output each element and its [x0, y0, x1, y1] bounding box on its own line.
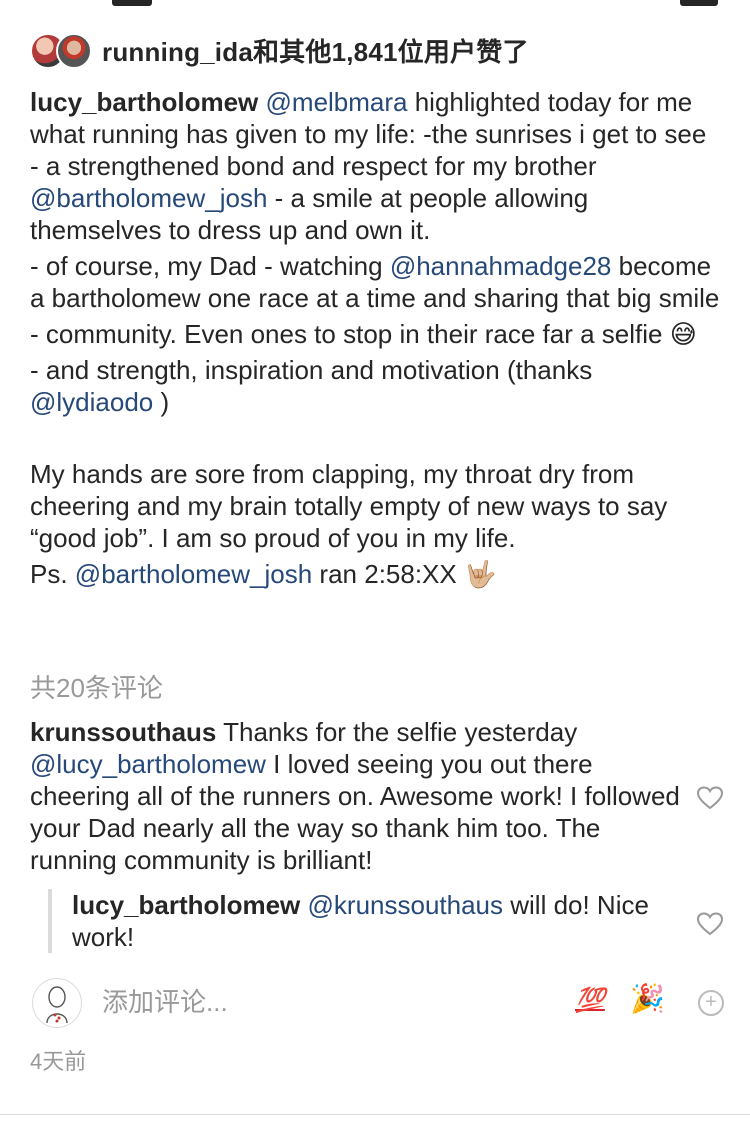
divider: [0, 1114, 750, 1115]
text-segment: My hands are sore from clapping, my thro…: [30, 459, 668, 553]
mention-link[interactable]: @lydiaodo: [30, 387, 153, 417]
emoji: 🤟🏼: [463, 559, 497, 589]
plus-circle-icon[interactable]: +: [698, 990, 724, 1016]
reply-item: lucy_bartholomew @krunssouthaus will do!…: [48, 889, 672, 953]
mention-link[interactable]: @bartholomew_josh: [75, 559, 312, 589]
text-segment: - community. Even ones to stop in their …: [30, 319, 670, 349]
likes-text[interactable]: running_ida和其他1,841位用户赞了: [102, 32, 529, 69]
reply-username[interactable]: lucy_bartholomew: [72, 890, 300, 920]
mention-link[interactable]: @krunssouthaus: [308, 890, 504, 920]
caption-paragraph: - community. Even ones to stop in their …: [30, 318, 722, 350]
avatar[interactable]: [56, 33, 92, 69]
text-segment: - and strength, inspiration and motivati…: [30, 355, 593, 385]
comment-item: krunssouthaus Thanks for the selfie yest…: [30, 716, 680, 876]
caption-paragraph: - of course, my Dad - watching @hannahma…: [30, 250, 722, 314]
text-segment: [258, 87, 265, 117]
comment-username[interactable]: krunssouthaus: [30, 717, 216, 747]
caption-paragraph: My hands are sore from clapping, my thro…: [30, 458, 722, 554]
avatar: [32, 978, 82, 1028]
text-segment: ran 2:58:XX: [312, 559, 464, 589]
cut-icon-right: [680, 0, 718, 6]
heart-icon[interactable]: [697, 912, 723, 936]
party-emoji-button[interactable]: 🎉: [630, 982, 665, 1015]
heart-icon[interactable]: [697, 786, 723, 810]
likes-row[interactable]: running_ida和其他1,841位用户赞了: [30, 30, 529, 70]
top-cutoff-region: [0, 0, 750, 12]
caption-username[interactable]: lucy_bartholomew: [30, 87, 258, 117]
caption-paragraph: Ps. @bartholomew_josh ran 2:58:XX 🤟🏼: [30, 558, 722, 590]
comment-input-wrapper: [100, 986, 504, 1019]
comment-input[interactable]: [100, 986, 504, 1019]
liker-avatars[interactable]: [30, 30, 92, 70]
add-comment-row: 💯 🎉 +: [30, 976, 724, 1030]
hundred-emoji-button[interactable]: 💯: [575, 986, 605, 1015]
cut-icon-left: [112, 0, 152, 6]
caption-paragraph: lucy_bartholomew @melbmara highlighted t…: [30, 86, 722, 246]
caption-paragraph: - and strength, inspiration and motivati…: [30, 354, 722, 418]
view-all-comments-link[interactable]: 共20条评论: [30, 668, 163, 705]
post-timestamp: 4天前: [30, 1049, 87, 1074]
mention-link[interactable]: @lucy_bartholomew: [30, 749, 266, 779]
text-segment: Ps.: [30, 559, 75, 589]
mention-link[interactable]: @melbmara: [266, 87, 408, 117]
emoji: 😅: [669, 319, 697, 349]
post-caption: lucy_bartholomew @melbmara highlighted t…: [30, 86, 722, 594]
mention-link[interactable]: @bartholomew_josh: [30, 183, 267, 213]
text-segment: [300, 890, 307, 920]
text-segment: ): [153, 387, 170, 417]
text-segment: Thanks for the selfie yesterday: [216, 717, 578, 747]
text-segment: - of course, my Dad - watching: [30, 251, 390, 281]
mention-link[interactable]: @hannahmadge28: [390, 251, 612, 281]
